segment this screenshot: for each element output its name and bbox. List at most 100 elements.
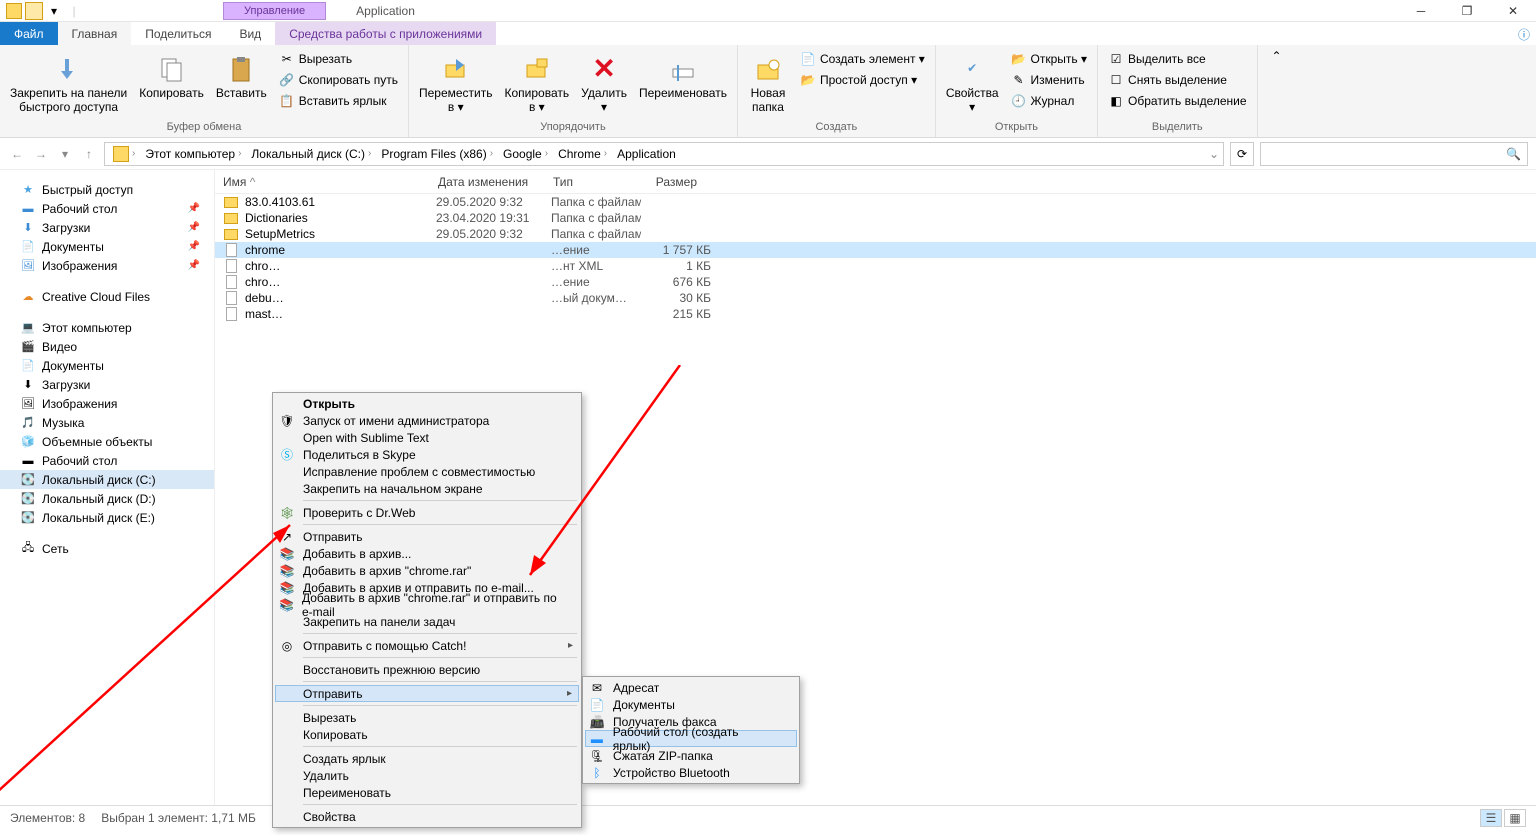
ctx-run-admin[interactable]: 🛡Запуск от имени администратора (275, 412, 579, 429)
breadcrumb[interactable]: › Этот компьютер› Локальный диск (C:)› P… (104, 142, 1224, 166)
breadcrumb-item[interactable]: Chrome› (554, 147, 611, 161)
sendto-desktop-shortcut[interactable]: ▬Рабочий стол (создать ярлык) (585, 730, 797, 747)
refresh-button[interactable]: ⟳ (1230, 142, 1254, 166)
nav-ccf[interactable]: ☁Creative Cloud Files (0, 287, 214, 306)
easy-access-button[interactable]: 📂Простой доступ ▾ (796, 70, 929, 90)
col-type[interactable]: Тип (545, 175, 635, 189)
contextual-tab-manage[interactable]: Управление (223, 2, 326, 20)
cut-button[interactable]: ✂Вырезать (275, 49, 402, 69)
tab-home[interactable]: Главная (58, 22, 132, 45)
tab-app-tools[interactable]: Средства работы с приложениями (275, 22, 496, 45)
col-size[interactable]: Размер (635, 175, 705, 189)
properties-button[interactable]: ✔Свойства ▾ (942, 49, 1003, 115)
qat-dropdown-icon[interactable]: ▾ (45, 2, 63, 20)
rename-button[interactable]: Переименовать (635, 49, 731, 101)
file-row[interactable]: chro……нт XML1 КБ (215, 258, 1536, 274)
history-button[interactable]: 🕘Журнал (1007, 91, 1091, 111)
ctx-properties[interactable]: Свойства (275, 808, 579, 825)
maximize-button[interactable]: ❐ (1444, 0, 1490, 22)
paste-shortcut-button[interactable]: 📋Вставить ярлык (275, 91, 402, 111)
nav-back-button[interactable]: ← (8, 147, 26, 161)
file-row[interactable]: debu……ый докум…30 КБ (215, 290, 1536, 306)
sendto-recipient[interactable]: ✉Адресат (585, 679, 797, 696)
nav-disk-e[interactable]: 💽Локальный диск (E:) (0, 508, 214, 527)
ribbon-collapse-button[interactable]: ⌃ (1258, 45, 1286, 137)
ctx-pin-taskbar[interactable]: Закрепить на панели задач (275, 613, 579, 630)
nav-quick-access[interactable]: ★Быстрый доступ (0, 180, 214, 199)
pin-quickaccess-button[interactable]: Закрепить на панели быстрого доступа (6, 49, 131, 115)
ctx-drweb[interactable]: 🕸Проверить с Dr.Web (275, 504, 579, 521)
minimize-button[interactable]: ─ (1398, 0, 1444, 22)
copy-button[interactable]: Копировать (135, 49, 208, 101)
addr-dropdown-icon[interactable]: ⌄ (1209, 147, 1219, 161)
view-large-icons-button[interactable]: ▦ (1504, 809, 1526, 827)
breadcrumb-item[interactable]: Локальный диск (C:)› (247, 147, 375, 161)
ctx-rar-add-named[interactable]: 📚Добавить в архив "chrome.rar" (275, 562, 579, 579)
nav-desktop[interactable]: ▬Рабочий стол📌 (0, 199, 214, 218)
ctx-catch[interactable]: ◎Отправить с помощью Catch!▸ (275, 637, 579, 654)
nav-recent-button[interactable]: ▾ (56, 147, 74, 161)
nav-disk-d[interactable]: 💽Локальный диск (D:) (0, 489, 214, 508)
nav-music[interactable]: 🎵Музыка (0, 413, 214, 432)
new-item-button[interactable]: 📄Создать элемент ▾ (796, 49, 929, 69)
breadcrumb-item[interactable]: Google› (499, 147, 552, 161)
close-button[interactable]: ✕ (1490, 0, 1536, 22)
breadcrumb-item[interactable]: Этот компьютер› (141, 147, 245, 161)
ctx-send-to[interactable]: Отправить▸ (275, 685, 579, 702)
search-input[interactable]: 🔍 (1260, 142, 1528, 166)
file-row[interactable]: 83.0.4103.6129.05.2020 9:32Папка с файла… (215, 194, 1536, 210)
ctx-pin-start[interactable]: Закрепить на начальном экране (275, 480, 579, 497)
sendto-documents[interactable]: 📄Документы (585, 696, 797, 713)
ctx-cut[interactable]: Вырезать (275, 709, 579, 726)
tab-file[interactable]: Файл (0, 22, 58, 45)
ctx-rar-add[interactable]: 📚Добавить в архив... (275, 545, 579, 562)
ctx-share[interactable]: ↗Отправить (275, 528, 579, 545)
nav-pictures[interactable]: 🖼Изображения📌 (0, 256, 214, 275)
view-details-button[interactable]: ☰ (1480, 809, 1502, 827)
breadcrumb-root-icon[interactable]: › (109, 146, 139, 162)
file-row[interactable]: Dictionaries23.04.2020 19:31Папка с файл… (215, 210, 1536, 226)
move-to-button[interactable]: Переместить в ▾ (415, 49, 497, 115)
ctx-sublime[interactable]: Open with Sublime Text (275, 429, 579, 446)
nav-documents2[interactable]: 📄Документы (0, 356, 214, 375)
ctx-compat[interactable]: Исправление проблем с совместимостью (275, 463, 579, 480)
nav-downloads[interactable]: ⬇Загрузки📌 (0, 218, 214, 237)
nav-disk-c[interactable]: 💽Локальный диск (C:) (0, 470, 214, 489)
copy-to-button[interactable]: Копировать в ▾ (501, 49, 574, 115)
ctx-shortcut[interactable]: Создать ярлык (275, 750, 579, 767)
ctx-open[interactable]: Открыть (275, 395, 579, 412)
invert-selection-button[interactable]: ◧Обратить выделение (1104, 91, 1251, 111)
open-button[interactable]: 📂Открыть ▾ (1007, 49, 1091, 69)
ctx-restore[interactable]: Восстановить прежнюю версию (275, 661, 579, 678)
file-row[interactable]: SetupMetrics29.05.2020 9:32Папка с файла… (215, 226, 1536, 242)
nav-forward-button[interactable]: → (32, 147, 50, 161)
sendto-zip[interactable]: 🗜Сжатая ZIP-папка (585, 747, 797, 764)
deselect-button[interactable]: ☐Снять выделение (1104, 70, 1251, 90)
ctx-rename[interactable]: Переименовать (275, 784, 579, 801)
file-row[interactable]: chrome…ение1 757 КБ (215, 242, 1536, 258)
nav-pictures2[interactable]: 🖼Изображения (0, 394, 214, 413)
col-date[interactable]: Дата изменения (430, 175, 545, 189)
qat-item-icon[interactable] (25, 2, 43, 20)
file-row[interactable]: chro……ение676 КБ (215, 274, 1536, 290)
nav-3dobjects[interactable]: 🧊Объемные объекты (0, 432, 214, 451)
col-name[interactable]: Имя ^ (215, 175, 430, 189)
tab-view[interactable]: Вид (225, 22, 275, 45)
new-folder-button[interactable]: Новая папка (744, 49, 792, 115)
file-row[interactable]: mast…215 КБ (215, 306, 1536, 322)
nav-thispc[interactable]: 💻Этот компьютер (0, 318, 214, 337)
ctx-delete[interactable]: Удалить (275, 767, 579, 784)
nav-desktop2[interactable]: ▬Рабочий стол (0, 451, 214, 470)
column-headers[interactable]: Имя ^ Дата изменения Тип Размер (215, 170, 1536, 194)
delete-button[interactable]: ✕Удалить ▾ (577, 49, 631, 115)
breadcrumb-item[interactable]: Application (613, 147, 680, 161)
tab-share[interactable]: Поделиться (131, 22, 225, 45)
copy-path-button[interactable]: 🔗Скопировать путь (275, 70, 402, 90)
edit-button[interactable]: ✎Изменить (1007, 70, 1091, 90)
nav-downloads2[interactable]: ⬇Загрузки (0, 375, 214, 394)
nav-videos[interactable]: 🎬Видео (0, 337, 214, 356)
nav-network[interactable]: 🖧Сеть (0, 539, 214, 558)
breadcrumb-item[interactable]: Program Files (x86)› (377, 147, 497, 161)
paste-button[interactable]: Вставить (212, 49, 271, 101)
ctx-skype[interactable]: ⓈПоделиться в Skype (275, 446, 579, 463)
